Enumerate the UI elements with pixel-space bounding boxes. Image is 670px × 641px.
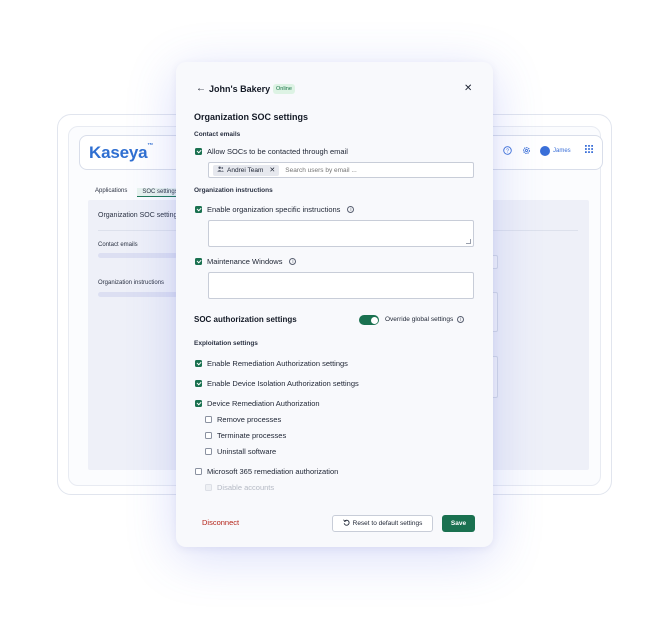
checkbox-label: Maintenance Windows <box>207 257 283 266</box>
checkbox-label: Enable Device Isolation Authorization se… <box>207 379 359 388</box>
checkbox[interactable] <box>195 258 202 265</box>
remove-processes-checkbox-row[interactable]: Remove processes <box>205 415 281 424</box>
info-icon[interactable]: i <box>289 258 297 265</box>
disable-accounts-checkbox-row: Disable accounts <box>205 483 274 492</box>
apps-grid-icon[interactable] <box>584 145 593 156</box>
close-icon[interactable]: ✕ <box>464 83 472 94</box>
modal-title: John's Bakery <box>209 84 271 94</box>
user-menu[interactable]: James <box>540 145 571 156</box>
reset-icon <box>342 519 350 528</box>
help-icon[interactable]: ? <box>502 145 513 156</box>
checkbox <box>205 484 212 491</box>
reset-defaults-button[interactable]: Reset to default settings <box>332 515 433 532</box>
back-arrow-icon[interactable]: ← <box>196 83 206 94</box>
checkbox-label: Remove processes <box>217 415 282 424</box>
m365-remediation-checkbox-row[interactable]: Microsoft 365 remediation authorization <box>195 467 338 476</box>
enable-instructions-checkbox-row[interactable]: Enable organization specific instruction… <box>195 205 355 214</box>
checkbox-label: Allow SOCs to be contacted through email <box>207 147 348 156</box>
user-chip: Andrei Team ✕ <box>213 164 280 176</box>
avatar-icon <box>540 145 550 156</box>
checkbox[interactable] <box>195 468 202 475</box>
svg-text:?: ? <box>506 148 509 154</box>
organization-instructions-label: Organization instructions <box>194 187 273 194</box>
contact-emails-label: Contact emails <box>194 131 241 138</box>
checkbox-label: Microsoft 365 remediation authorization <box>207 467 339 476</box>
uninstall-software-checkbox-row[interactable]: Uninstall software <box>205 447 276 456</box>
background-panel-title: Organization SOC settings <box>98 212 181 219</box>
override-label-text: Override global settings <box>385 316 454 323</box>
checkbox[interactable] <box>205 448 212 455</box>
maintenance-windows-checkbox-row[interactable]: Maintenance Windows i <box>195 257 297 266</box>
soc-authorization-title: SOC authorization settings <box>194 315 297 324</box>
checkbox-label: Terminate processes <box>217 431 287 440</box>
maintenance-windows-field[interactable] <box>208 272 474 299</box>
kaseya-logo: Kaseya™ <box>89 143 154 162</box>
checkbox[interactable] <box>195 400 202 407</box>
override-global-label: Override global settings i <box>385 316 465 323</box>
save-button[interactable]: Save <box>442 515 475 532</box>
user-name: James <box>553 147 571 154</box>
disconnect-button[interactable]: Disconnect <box>202 518 239 527</box>
remediation-auth-checkbox-row[interactable]: Enable Remediation Authorization setting… <box>195 359 348 368</box>
device-isolation-checkbox-row[interactable]: Enable Device Isolation Authorization se… <box>195 379 359 388</box>
info-icon[interactable]: i <box>457 316 465 323</box>
device-remediation-checkbox-row[interactable]: Device Remediation Authorization <box>195 399 320 408</box>
checkbox[interactable] <box>205 432 212 439</box>
override-global-toggle[interactable] <box>359 315 379 325</box>
exploitation-settings-label: Exploitation settings <box>194 340 258 347</box>
background-label-instructions: Organization instructions <box>98 280 165 286</box>
background-label-contact: Contact emails <box>98 242 138 248</box>
checkbox-label: Enable organization specific instruction… <box>207 205 341 214</box>
background-tabs: Applications SOC settings <box>95 188 183 197</box>
chip-label: Andrei Team <box>227 166 264 174</box>
background-placeholder-bar <box>98 253 178 258</box>
checkbox-label: Uninstall software <box>217 447 277 456</box>
checkbox[interactable] <box>195 360 202 367</box>
checkbox-label: Enable Remediation Authorization setting… <box>207 359 348 368</box>
group-icon <box>217 166 224 174</box>
checkbox[interactable] <box>195 148 202 155</box>
terminate-processes-checkbox-row[interactable]: Terminate processes <box>205 431 286 440</box>
status-badge: Online <box>273 84 295 94</box>
checkbox-label: Disable accounts <box>217 483 275 492</box>
tab-applications[interactable]: Applications <box>95 188 127 197</box>
resize-handle-icon[interactable] <box>466 239 471 244</box>
info-icon[interactable]: i <box>347 206 355 213</box>
background-placeholder-bar <box>98 292 178 297</box>
remove-chip-icon[interactable]: ✕ <box>269 166 275 174</box>
checkbox[interactable] <box>205 416 212 423</box>
search-users-input[interactable] <box>285 166 466 174</box>
settings-gear-icon[interactable] <box>521 145 532 156</box>
instructions-textarea[interactable] <box>208 220 474 247</box>
header-icons: ? James <box>502 145 593 156</box>
checkbox[interactable] <box>195 380 202 387</box>
section-title: Organization SOC settings <box>194 112 309 122</box>
allow-email-checkbox-row[interactable]: Allow SOCs to be contacted through email <box>195 147 348 156</box>
checkbox-label: Device Remediation Authorization <box>207 399 320 408</box>
reset-label: Reset to default settings <box>352 520 423 527</box>
checkbox[interactable] <box>195 206 202 213</box>
email-search-field[interactable]: Andrei Team ✕ <box>208 162 474 178</box>
